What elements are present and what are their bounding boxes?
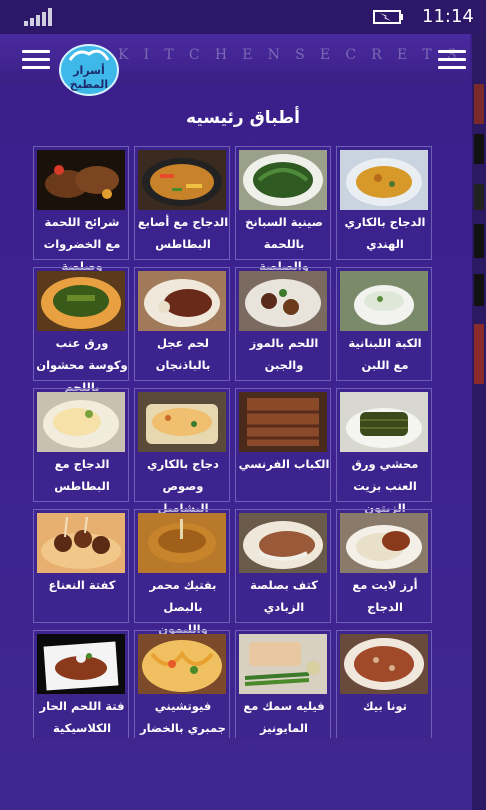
- dishes-grid: الدجاج بالكاري الهندي صينية السبانخ بالل…: [33, 146, 433, 738]
- app-title: KITCHENSECRETS: [118, 47, 472, 63]
- dish-card[interactable]: كفتة النعناع: [33, 509, 129, 623]
- dish-card[interactable]: شرائح اللحمة مع الخضروات وصلصة: [33, 146, 129, 273]
- dish-card[interactable]: كتف بصلصة الزبادي: [235, 509, 331, 623]
- dish-card[interactable]: اللحم بالموز والجبن: [235, 267, 331, 381]
- dish-image: [239, 513, 327, 573]
- dish-image: [37, 150, 125, 210]
- left-menu-button[interactable]: [22, 50, 50, 72]
- dish-card[interactable]: الدجاج مع أصابع البطاطس: [134, 146, 230, 260]
- dish-card[interactable]: فيوتشيني جمبري بالخضار: [134, 630, 230, 738]
- dish-card[interactable]: الدجاج بالكاري الهندي: [336, 146, 432, 260]
- dish-image: [138, 513, 226, 573]
- svg-text:أسرار: أسرار: [72, 63, 105, 77]
- dish-name: الدجاج مع أصابع البطاطس: [137, 215, 229, 251]
- dish-image: [340, 634, 428, 694]
- dish-image: [37, 271, 125, 331]
- dish-name: كتف بصلصة الزبادي: [250, 578, 318, 614]
- dish-card[interactable]: فيليه سمك مع المايونيز: [235, 630, 331, 738]
- page-bottom: [0, 740, 470, 810]
- section-title: أطباق رئيسيه: [186, 108, 300, 128]
- dish-image: [138, 634, 226, 694]
- dish-image: [37, 634, 125, 694]
- dish-card[interactable]: دجاج بالكاري وصوص البشاميل: [134, 388, 230, 515]
- dish-card[interactable]: صينية السبانخ باللحمة والصلصة: [235, 146, 331, 273]
- dish-image: [239, 634, 327, 694]
- dish-card[interactable]: محشي ورق العنب بزيت الزيتون: [336, 388, 432, 515]
- dish-image: [37, 392, 125, 452]
- signal-bars-icon: [24, 8, 56, 26]
- dish-card[interactable]: الدجاج مع البطاطس: [33, 388, 129, 502]
- dish-image: [340, 513, 428, 573]
- dish-card[interactable]: بفتيك محمر بالبصل والليمون: [134, 509, 230, 636]
- dish-image: [239, 271, 327, 331]
- right-menu-button[interactable]: [438, 50, 466, 72]
- dish-name: الكبة اللبنانية مع اللبن: [348, 336, 422, 372]
- dish-card[interactable]: الكباب الفرنسي: [235, 388, 331, 502]
- dish-name: أرز لايت مع الدجاج: [352, 578, 418, 614]
- status-bar: 11:14: [0, 0, 486, 34]
- dish-card[interactable]: تونا بيك: [336, 630, 432, 738]
- dish-card[interactable]: الكبة اللبنانية مع اللبن: [336, 267, 432, 381]
- dish-image: [138, 150, 226, 210]
- dish-image: [138, 392, 226, 452]
- dish-image: [138, 271, 226, 331]
- dish-card[interactable]: ورق عنب وكوسة محشوان باللحم: [33, 267, 129, 394]
- dish-image: [340, 271, 428, 331]
- svg-text:المطبخ: المطبخ: [70, 78, 108, 91]
- dish-card[interactable]: أرز لايت مع الدجاج: [336, 509, 432, 623]
- app-logo[interactable]: أسرار المطبخ: [58, 40, 120, 98]
- dish-card[interactable]: فتة اللحم الحار الكلاسيكية: [33, 630, 129, 738]
- dish-name: الدجاج بالكاري الهندي: [344, 215, 426, 251]
- battery-charging-icon: [373, 10, 403, 24]
- dish-image: [340, 392, 428, 452]
- dish-image: [340, 150, 428, 210]
- dish-name: فيوتشيني جمبري بالخضار: [140, 699, 226, 735]
- dish-image: [239, 150, 327, 210]
- dish-image: [37, 513, 125, 573]
- dish-name: الدجاج مع البطاطس: [54, 457, 110, 493]
- dish-name: الكباب الفرنسي: [238, 457, 330, 471]
- dish-image: [239, 392, 327, 452]
- dish-name: اللحم بالموز والجبن: [249, 336, 319, 372]
- dish-name: كفتة النعناع: [48, 578, 116, 592]
- side-decorative-strip: [472, 34, 486, 810]
- dish-card[interactable]: لحم عجل بالباذنجان: [134, 267, 230, 381]
- status-time: 11:14: [422, 6, 474, 27]
- dish-name: تونا بيك: [363, 699, 407, 713]
- dish-name: فتة اللحم الحار الكلاسيكية: [39, 699, 125, 735]
- dish-name: لحم عجل بالباذنجان: [155, 336, 211, 372]
- dish-name: فيليه سمك مع المايونيز: [243, 699, 325, 735]
